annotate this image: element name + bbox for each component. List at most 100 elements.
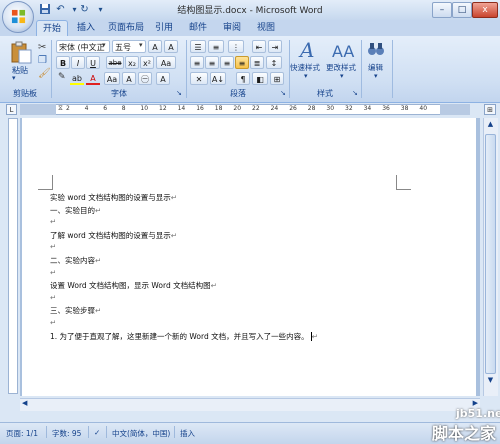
phonetic-guide-button[interactable]: Aa xyxy=(104,72,120,85)
proofing-icon[interactable]: ✓ xyxy=(94,428,100,437)
decrease-indent-icon[interactable]: ⇤ xyxy=(252,40,266,53)
change-styles-icon[interactable]: AA xyxy=(330,38,356,62)
office-button[interactable] xyxy=(2,1,34,33)
document-paragraph[interactable]: 一、实验目的↵ xyxy=(50,205,101,216)
document-paragraph[interactable]: 实验 word 文档结构图的设置与显示↵ xyxy=(50,192,177,203)
quick-styles-icon[interactable]: A xyxy=(296,38,322,62)
font-name-dropdown-icon[interactable]: ▾ xyxy=(102,41,106,49)
paragraph-text: 三、实验步骤 xyxy=(50,306,95,316)
document-paragraph[interactable]: ↵ xyxy=(50,268,56,277)
distributed-icon[interactable]: ≣ xyxy=(250,56,264,69)
document-paragraph[interactable]: ↵ xyxy=(50,318,56,327)
tab-page-layout[interactable]: 页面布局 xyxy=(104,20,148,36)
customize-qat-icon[interactable]: ▾ xyxy=(94,3,107,16)
document-paragraph[interactable]: 设置 Word 文档结构图，显示 Word 文档结构图↵ xyxy=(50,280,217,291)
status-insert-mode[interactable]: 插入 xyxy=(180,428,195,439)
tab-references[interactable]: 引用 xyxy=(150,20,178,36)
strikethrough-button[interactable]: abe xyxy=(106,56,124,69)
document-paragraph[interactable]: 三、实验步骤↵ xyxy=(50,305,101,316)
bold-button[interactable]: B xyxy=(56,56,70,69)
paragraph-mark-icon: ↵ xyxy=(210,281,217,291)
align-center-icon[interactable]: ≡ xyxy=(205,56,219,69)
vertical-ruler[interactable] xyxy=(8,118,18,394)
chinese-layout-icon[interactable]: ✕ xyxy=(190,72,208,85)
character-border-button[interactable]: A xyxy=(122,72,136,85)
minimize-button[interactable]: – xyxy=(432,2,452,18)
underline-button[interactable]: U xyxy=(86,56,100,69)
status-page[interactable]: 页面: 1/1 xyxy=(6,428,38,439)
clear-format-icon[interactable]: A xyxy=(164,40,178,53)
svg-text:AA: AA xyxy=(332,42,354,61)
view-ruler-icon[interactable]: ⊞ xyxy=(484,104,496,115)
text-effect-icon[interactable]: ✎ xyxy=(58,72,66,82)
undo-icon[interactable]: ↶ xyxy=(54,3,67,16)
tab-mailings[interactable]: 邮件 xyxy=(184,20,212,36)
tab-selector-icon[interactable]: L xyxy=(6,104,17,115)
status-divider xyxy=(106,426,107,438)
close-button[interactable]: x xyxy=(472,2,498,18)
align-right-icon[interactable]: ≡ xyxy=(220,56,234,69)
line-spacing-icon[interactable]: ↕ xyxy=(266,56,282,69)
document-paragraph[interactable]: ↵ xyxy=(50,242,56,251)
change-case-button[interactable]: Aa xyxy=(156,56,176,69)
ruler-number: 32 xyxy=(345,105,353,112)
paragraph-dialog-launcher-icon[interactable]: ↘ xyxy=(280,89,286,97)
scroll-down-icon[interactable]: ▼ xyxy=(485,376,496,385)
document-paragraph[interactable]: ↵ xyxy=(50,293,56,302)
status-word-count[interactable]: 字数: 95 xyxy=(52,428,81,439)
grow-font-icon[interactable]: A xyxy=(148,40,162,53)
borders-icon[interactable]: ⊞ xyxy=(270,72,284,85)
ruler-number: 14 xyxy=(177,105,186,112)
vertical-scrollbar[interactable]: ▲ ▼ xyxy=(483,118,498,396)
paragraph-mark-icon: ↵ xyxy=(95,256,102,265)
binoculars-icon[interactable] xyxy=(366,40,386,60)
shrink-font-button[interactable]: A xyxy=(156,72,170,85)
indent-marker-icon[interactable]: ⧖ xyxy=(58,104,63,113)
watermark-url: jb51.net xyxy=(456,407,500,420)
redo-icon[interactable]: ↻ xyxy=(78,3,91,16)
ruler-number: 16 xyxy=(196,105,204,112)
save-icon[interactable] xyxy=(38,3,51,16)
paste-icon[interactable] xyxy=(8,40,34,64)
document-paragraph[interactable]: 了解 word 文档结构图的设置与显示↵ xyxy=(50,230,177,241)
document-paragraph[interactable]: 二、实验内容↵ xyxy=(50,255,101,266)
horizontal-scrollbar[interactable]: ◀ ▶ xyxy=(20,398,480,411)
status-language[interactable]: 中文(简体，中国) xyxy=(112,428,170,439)
document-paragraph[interactable]: ↵ xyxy=(50,217,56,226)
italic-button[interactable]: I xyxy=(71,56,85,69)
superscript-button[interactable]: x² xyxy=(140,56,154,69)
copy-icon[interactable]: ❐ xyxy=(38,55,47,66)
bullets-icon[interactable]: ☰ xyxy=(190,40,206,53)
font-dialog-launcher-icon[interactable]: ↘ xyxy=(176,89,182,97)
tab-review[interactable]: 审阅 xyxy=(218,20,246,36)
maximize-button[interactable]: □ xyxy=(452,2,472,18)
cut-icon[interactable]: ✂ xyxy=(38,42,46,53)
tab-view[interactable]: 视图 xyxy=(252,20,280,36)
subscript-button[interactable]: x₂ xyxy=(125,56,139,69)
quick-styles-dropdown-icon[interactable]: ▾ xyxy=(304,72,308,80)
paragraph-mark-icon: ↵ xyxy=(50,267,57,277)
font-size-dropdown-icon[interactable]: ▾ xyxy=(139,41,143,49)
enclose-characters-icon[interactable]: ㊀ xyxy=(138,72,152,85)
scroll-up-icon[interactable]: ▲ xyxy=(485,120,496,131)
highlight-label: ab xyxy=(72,74,82,83)
change-styles-dropdown-icon[interactable]: ▾ xyxy=(340,72,344,80)
tab-insert[interactable]: 插入 xyxy=(72,20,100,36)
scroll-left-icon[interactable]: ◀ xyxy=(22,399,27,407)
document-paragraph[interactable]: 1. 为了便于直观了解，这里新建一个新的 Word 文档，并且写入了一些内容。 ↵ xyxy=(50,331,318,342)
scroll-thumb[interactable] xyxy=(485,134,496,374)
justify-icon[interactable]: ≡ xyxy=(235,56,249,69)
scroll-right-icon[interactable]: ▶ xyxy=(473,399,478,407)
increase-indent-icon[interactable]: ⇥ xyxy=(268,40,282,53)
numbering-icon[interactable]: ≡ xyxy=(208,40,224,53)
format-painter-icon[interactable]: 🖌 xyxy=(38,68,51,79)
sort-icon[interactable]: A↓ xyxy=(210,72,226,85)
styles-dialog-launcher-icon[interactable]: ↘ xyxy=(352,89,358,97)
multilevel-list-icon[interactable]: ⋮ xyxy=(228,40,244,53)
shading-icon[interactable]: ◧ xyxy=(252,72,268,85)
paste-dropdown-icon[interactable]: ▾ xyxy=(12,74,16,82)
align-left-icon[interactable]: ≡ xyxy=(190,56,204,69)
editing-dropdown-icon[interactable]: ▾ xyxy=(374,72,378,80)
tab-home[interactable]: 开始 xyxy=(36,20,68,37)
show-marks-icon[interactable]: ¶ xyxy=(236,72,250,85)
